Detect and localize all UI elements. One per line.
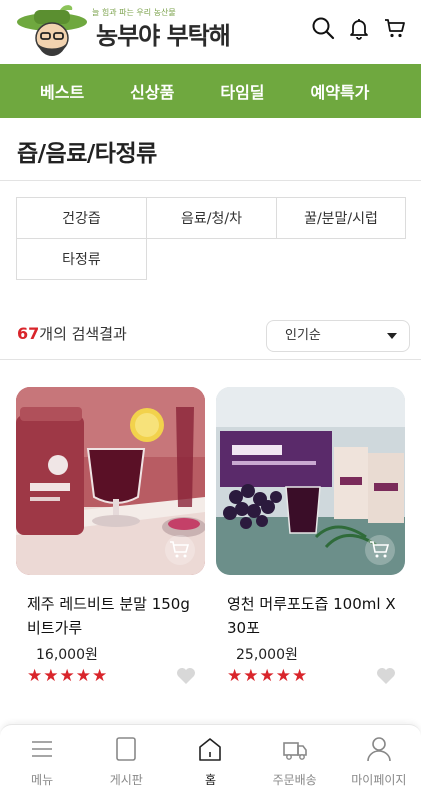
product-name[interactable]: 영천 머루포도즙 100ml X 30포: [227, 592, 405, 640]
result-count: 67개의 검색결과: [17, 323, 127, 344]
user-icon: [367, 737, 391, 762]
divider: [0, 180, 421, 181]
product-card[interactable]: 영천 머루포도즙 100ml X 30포 25,000원 ★★★★★: [216, 387, 405, 686]
cart-icon[interactable]: [383, 16, 407, 40]
board-icon: [116, 737, 137, 761]
delivery-truck-icon: [282, 742, 307, 760]
top-header: 늘 힘과 파는 우리 농산물 농부야 부탁해: [0, 0, 421, 64]
bottom-nav-label: 게시판: [109, 773, 143, 787]
product-price: 16,000원: [36, 647, 98, 663]
farmer-mascot-icon: [17, 5, 87, 56]
heart-icon[interactable]: [176, 667, 196, 685]
menu-icon: [32, 741, 53, 757]
bottom-nav-mypage[interactable]: 마이페이지: [337, 725, 421, 800]
bottom-nav-home[interactable]: 홈: [168, 725, 252, 800]
bottom-nav-label: 주문배송: [272, 773, 317, 787]
result-count-number: 67: [17, 324, 40, 343]
category-nav: 베스트 신상품 타임딜 예약특가: [0, 64, 421, 118]
bottom-nav-board[interactable]: 게시판: [84, 725, 168, 800]
caret-down-icon: [387, 333, 397, 339]
bell-icon[interactable]: [347, 16, 371, 40]
bottom-nav: 메뉴 게시판 홈 주문배송 마이페이지: [0, 724, 421, 800]
logo-wordmark: 농부야 부탁해: [96, 22, 231, 50]
divider: [0, 359, 421, 360]
sort-selected-value: 인기순: [285, 328, 321, 343]
home-icon: [199, 738, 222, 761]
bottom-nav-label: 홈: [204, 773, 216, 787]
subcategory-juice[interactable]: 건강즙: [16, 197, 147, 239]
add-to-cart-button[interactable]: [365, 535, 395, 565]
brand-logo[interactable]: 늘 힘과 파는 우리 농산물 농부야 부탁해: [14, 4, 231, 60]
sort-select[interactable]: 인기순: [266, 320, 410, 352]
bottom-nav-label: 메뉴: [31, 773, 54, 787]
heart-icon[interactable]: [376, 667, 396, 685]
nav-item-new[interactable]: 신상품: [130, 79, 174, 103]
search-icon[interactable]: [311, 16, 335, 40]
rating-stars: ★★★★★: [227, 666, 309, 686]
nav-item-reservation[interactable]: 예약특가: [311, 79, 370, 103]
page-title: 즙/음료/타정류: [17, 141, 157, 167]
nav-item-best[interactable]: 베스트: [40, 79, 84, 103]
nav-item-timedeal[interactable]: 타임딜: [220, 79, 264, 103]
subcategory-honey-powder[interactable]: 꿀/분말/시럽: [276, 197, 406, 239]
app-root: 늘 힘과 파는 우리 농산물 농부야 부탁해 베스트 신상품 타임딜 예약특가 …: [0, 0, 421, 800]
add-to-cart-button[interactable]: [165, 535, 195, 565]
product-image[interactable]: [216, 387, 405, 575]
subcategory-drinks-tea[interactable]: 음료/청/차: [146, 197, 277, 239]
product-image[interactable]: [16, 387, 205, 575]
bottom-nav-delivery[interactable]: 주문배송: [253, 725, 337, 800]
bottom-nav-label: 마이페이지: [351, 773, 407, 787]
cart-icon: [170, 541, 190, 558]
product-card[interactable]: 제주 레드비트 분말 150g 비트가루 16,000원 ★★★★★: [16, 387, 205, 686]
product-name[interactable]: 제주 레드비트 분말 150g 비트가루: [27, 592, 205, 640]
rating-stars: ★★★★★: [27, 666, 109, 686]
subcategory-tablets[interactable]: 타정류: [16, 238, 147, 280]
bottom-nav-menu[interactable]: 메뉴: [0, 725, 84, 800]
product-price: 25,000원: [236, 647, 298, 663]
cart-icon: [370, 541, 390, 558]
result-count-suffix: 개의 검색결과: [39, 325, 127, 343]
